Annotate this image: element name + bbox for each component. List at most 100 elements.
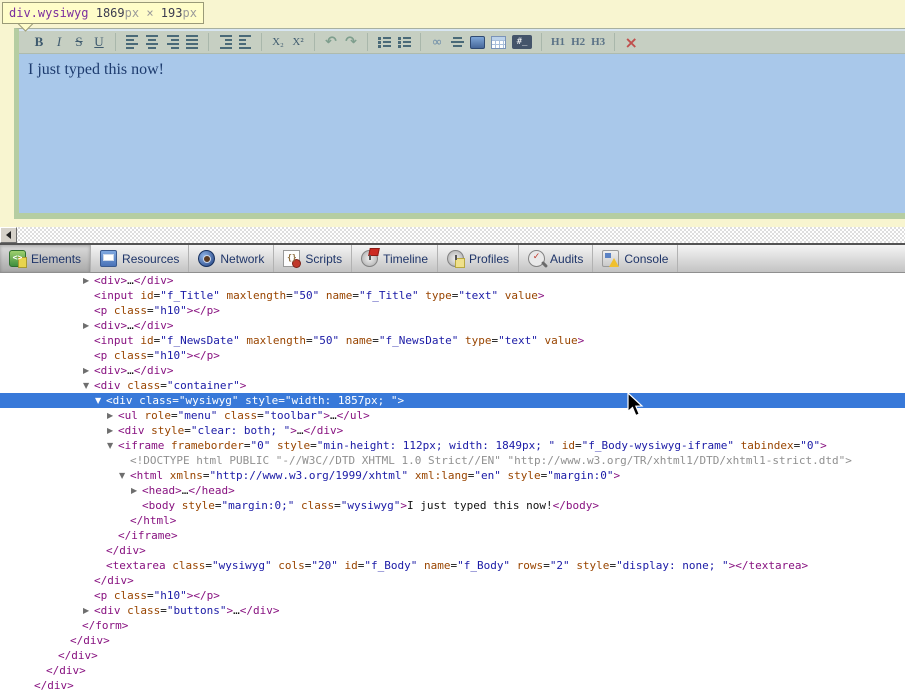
heading-1-button[interactable]: H1 [551, 34, 565, 50]
redo-button[interactable]: ↷ [344, 34, 358, 50]
heading-3-button[interactable]: H3 [591, 34, 605, 50]
tree-row[interactable]: </div> [0, 573, 905, 588]
toolbar-group: × [615, 33, 647, 52]
tree-row[interactable]: <input id="f_NewsDate" maxlength="50" na… [0, 333, 905, 348]
collapse-arrow-icon[interactable]: ▼ [119, 468, 130, 483]
toolbar-group: H1 H2 H3 [542, 33, 616, 51]
align-right-icon [166, 35, 179, 49]
expand-arrow-icon[interactable]: ▶ [83, 603, 94, 618]
align-justify-icon [185, 35, 199, 49]
horizontal-rule-button[interactable] [450, 34, 464, 50]
tree-row[interactable]: ▶ <div>…</div> [0, 363, 905, 378]
tree-row[interactable]: </div> [0, 633, 905, 648]
tab-scripts[interactable]: Scripts [274, 245, 353, 272]
ordered-list-button[interactable] [377, 34, 391, 50]
indent-button[interactable] [238, 34, 252, 50]
unordered-list-button[interactable] [397, 34, 411, 50]
scroll-left-button[interactable] [0, 227, 17, 243]
tab-label: Scripts [305, 251, 343, 266]
tree-row[interactable]: </div> [0, 678, 905, 690]
outdent-button[interactable] [218, 34, 232, 50]
toolbar-group: X₂ X² [262, 33, 315, 51]
tree-row[interactable]: ▶ <div>…</div> [0, 318, 905, 333]
link-button[interactable]: ∞ [430, 34, 444, 50]
tooltip-times: × [146, 6, 154, 20]
list-bullet-icon [397, 36, 411, 48]
elements-tree-panel: ▶ <div>…</div> <input id="f_Title" maxleng… [0, 273, 905, 690]
expand-arrow-icon[interactable]: ▶ [83, 363, 94, 378]
expand-arrow-icon[interactable]: ▶ [107, 408, 118, 423]
align-left-icon [125, 35, 139, 49]
image-button[interactable] [470, 34, 485, 50]
superscript-button[interactable]: X² [291, 34, 305, 50]
audits-tab-icon [528, 250, 546, 267]
underline-button[interactable]: U [92, 34, 106, 50]
tree-row[interactable]: </div> [0, 648, 905, 663]
expand-arrow-icon[interactable]: ▶ [83, 273, 94, 288]
expand-arrow-icon[interactable]: ▶ [131, 483, 142, 498]
tree-row[interactable]: ▶ <div style="clear: both; ">…</div> [0, 423, 905, 438]
align-justify-button[interactable] [185, 34, 199, 50]
tab-label: Elements [31, 251, 82, 266]
italic-button[interactable]: I [52, 34, 66, 50]
tree-row[interactable]: ▼ <iframe frameborder="0" style="min-heig… [0, 438, 905, 453]
collapse-arrow-icon[interactable]: ▼ [95, 393, 106, 408]
tree-row[interactable]: <p class="h10"></p> [0, 588, 905, 603]
web-page-background: B I S U X₂ X² ↶ ↷ ∞ #_ H1 H2 H3 × I just typed this n… [0, 0, 905, 227]
tree-row[interactable]: <textarea class="wysiwyg" cols="20" id="… [0, 558, 905, 573]
tree-row[interactable]: <input id="f_Title" maxlength="50" name=… [0, 288, 905, 303]
tab-audits[interactable]: Audits [519, 245, 594, 272]
remove-button[interactable]: × [624, 33, 638, 52]
tab-elements[interactable]: Elements [0, 245, 92, 272]
tab-resources[interactable]: Resources [91, 245, 190, 272]
doctype-text: <!DOCTYPE html PUBLIC "-//W3C//DTD XHTML… [130, 454, 852, 467]
network-tab-icon [198, 250, 216, 267]
tree-row[interactable]: <!DOCTYPE html PUBLIC "-//W3C//DTD XHTML… [0, 453, 905, 468]
expand-arrow-icon[interactable]: ▶ [83, 318, 94, 333]
toolbar-group [368, 33, 421, 51]
tab-profiles[interactable]: Profiles [438, 245, 520, 272]
collapse-arrow-icon[interactable]: ▼ [107, 438, 118, 453]
tree-row[interactable]: <body style="margin:0;" class="wysiwyg">… [0, 498, 905, 513]
bold-button[interactable]: B [32, 34, 46, 50]
tree-row[interactable]: ▶ <head>…</head> [0, 483, 905, 498]
tree-row[interactable]: </form> [0, 618, 905, 633]
strikethrough-button[interactable]: S [72, 34, 86, 50]
table-button[interactable] [491, 34, 506, 50]
align-center-button[interactable] [145, 34, 159, 50]
wysiwyg-content-area[interactable]: I just typed this now! [19, 54, 905, 213]
tab-label: Timeline [383, 251, 428, 266]
tree-row[interactable]: ▼ <div class="container"> [0, 378, 905, 393]
tab-console[interactable]: Console [593, 245, 679, 272]
indent-icon [238, 35, 252, 49]
tree-row[interactable]: ▶ <ul role="menu" class="toolbar">…</ul> [0, 408, 905, 423]
tree-row[interactable]: <p class="h10"></p> [0, 348, 905, 363]
tree-row[interactable]: </iframe> [0, 528, 905, 543]
special-char-button[interactable]: #_ [512, 35, 532, 49]
subscript-button[interactable]: X₂ [271, 34, 285, 50]
tree-row[interactable]: ▼ <html xmlns="http://www.w3.org/1999/xht… [0, 468, 905, 483]
tree-row[interactable]: ▶ <div class="buttons">…</div> [0, 603, 905, 618]
tree-row[interactable]: ▶ <div>…</div> [0, 273, 905, 288]
align-left-button[interactable] [125, 34, 139, 50]
tree-row[interactable]: </html> [0, 513, 905, 528]
image-icon [470, 35, 485, 49]
tree-row[interactable]: <p class="h10"></p> [0, 303, 905, 318]
heading-2-button[interactable]: H2 [571, 34, 585, 50]
tab-network[interactable]: Network [189, 245, 275, 272]
tab-label: Resources [122, 251, 180, 266]
toolbar-group [209, 33, 262, 51]
align-right-button[interactable] [165, 34, 179, 50]
profiles-tab-icon [447, 250, 465, 268]
resources-tab-icon [100, 250, 118, 267]
editor-text: I just typed this now! [28, 61, 164, 78]
horizontal-scrollbar[interactable] [0, 227, 905, 243]
tree-row[interactable]: </div> [0, 663, 905, 678]
collapse-arrow-icon[interactable]: ▼ [83, 378, 94, 393]
tree-row-selected[interactable]: ▼ <div class="wysiwyg" style="width: 1857… [0, 393, 905, 408]
undo-button[interactable]: ↶ [324, 34, 338, 50]
expand-arrow-icon[interactable]: ▶ [107, 423, 118, 438]
tree-row[interactable]: </div> [0, 543, 905, 558]
tab-timeline[interactable]: Timeline [352, 245, 438, 272]
toolbar-group [116, 33, 209, 51]
